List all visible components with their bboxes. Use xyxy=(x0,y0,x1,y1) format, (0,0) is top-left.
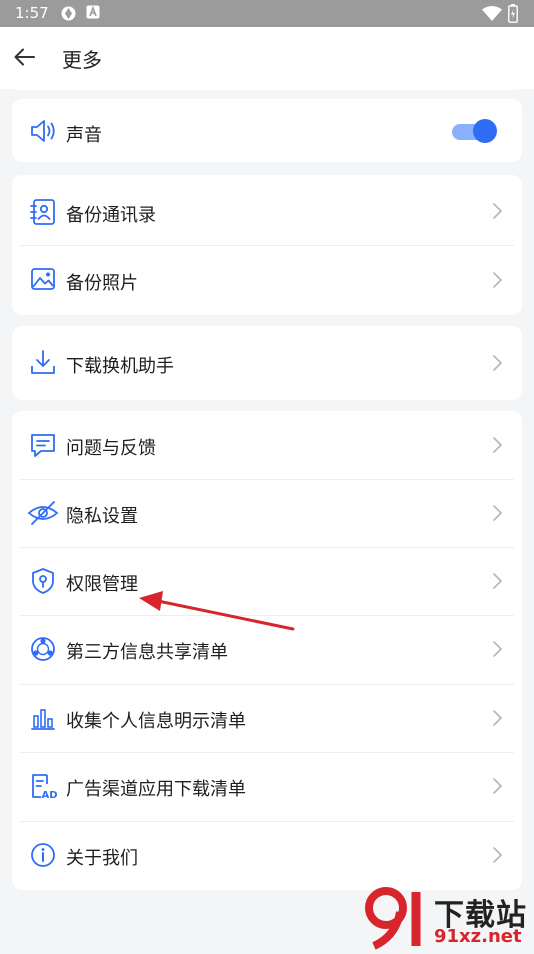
watermark-91-mark xyxy=(365,887,421,950)
watermark-url: 91xz.net xyxy=(434,926,522,947)
annotation-arrow xyxy=(139,591,295,631)
